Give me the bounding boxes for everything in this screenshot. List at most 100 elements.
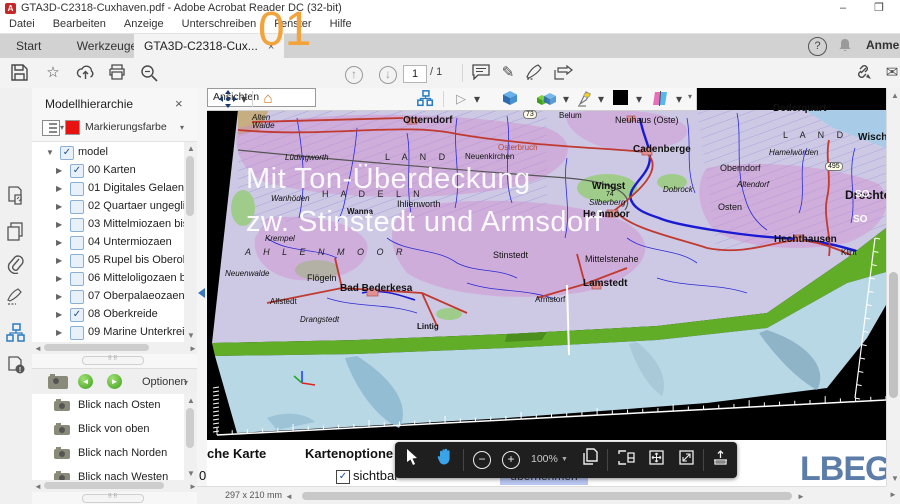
- comment-icon[interactable]: [470, 62, 492, 84]
- play-caret-icon[interactable]: ▾: [473, 90, 481, 108]
- horizontal-scrollbar[interactable]: 297 x 210 mm ◄ ►: [197, 486, 886, 504]
- layers-info-icon[interactable]: !: [6, 356, 26, 376]
- orbit-caret-icon[interactable]: ▾: [240, 90, 248, 108]
- previous-view-button[interactable]: ◄: [78, 374, 93, 389]
- next-view-button[interactable]: ►: [107, 374, 122, 389]
- sign-in-link[interactable]: Anme: [866, 38, 899, 52]
- view-item-2[interactable]: Blick von oben: [32, 418, 184, 442]
- zoom-in-icon[interactable]: +: [498, 447, 524, 473]
- collapse-panel-icon[interactable]: [198, 288, 205, 298]
- tree-horizontal-scrollbar[interactable]: ◄►: [32, 342, 197, 354]
- tab-start[interactable]: Start: [0, 34, 57, 58]
- email-icon[interactable]: ✉: [881, 62, 900, 84]
- panel-splitter-handle[interactable]: ⠿⠿: [82, 356, 144, 365]
- tree-vertical-scrollbar[interactable]: ▲▼: [184, 142, 197, 342]
- expand-caret-icon[interactable]: ▶: [56, 328, 62, 337]
- zoom-out-icon[interactable]: −: [469, 447, 495, 473]
- expand-caret-icon[interactable]: ▶: [56, 166, 62, 175]
- expand-caret-icon[interactable]: ▶: [56, 274, 62, 283]
- visibility-checkbox[interactable]: [70, 182, 84, 196]
- full-screen-icon[interactable]: [673, 447, 699, 473]
- fit-page-icon[interactable]: [643, 447, 669, 473]
- tree-item-02[interactable]: ▶02 Quartaer ungegliedert: [32, 198, 184, 216]
- background-color-icon[interactable]: [611, 90, 629, 108]
- lighting-lamp-icon[interactable]: [575, 90, 595, 108]
- select-tool-icon[interactable]: [399, 447, 425, 473]
- fill-sign-icon[interactable]: [552, 62, 574, 84]
- attachments-paperclip-icon[interactable]: [6, 255, 26, 275]
- menu-hilfe[interactable]: Hilfe: [321, 17, 361, 31]
- sign-pen-icon[interactable]: [523, 62, 545, 84]
- visibility-checkbox[interactable]: ✓: [70, 308, 84, 322]
- view-item-1[interactable]: Blick nach Osten: [32, 394, 184, 418]
- visibility-checkbox[interactable]: [70, 218, 84, 232]
- list-options-icon[interactable]: [42, 120, 60, 136]
- current-page-input[interactable]: 1: [403, 65, 427, 83]
- views-vertical-scrollbar[interactable]: ▲▼: [184, 394, 197, 480]
- next-page-icon[interactable]: ↓: [377, 62, 399, 84]
- model-tree-icon[interactable]: [6, 323, 26, 343]
- menu-bearbeiten[interactable]: Bearbeiten: [44, 17, 115, 31]
- play-animation-icon[interactable]: ▷: [453, 90, 469, 108]
- menu-anzeige[interactable]: Anzeige: [115, 17, 173, 31]
- visibility-checkbox[interactable]: ✓: [70, 164, 84, 178]
- zoom-caret-icon[interactable]: ▼: [561, 456, 568, 463]
- section-caret-icon[interactable]: ▾: [675, 90, 683, 108]
- visibility-checkbox[interactable]: [70, 200, 84, 214]
- visibility-checkbox[interactable]: [70, 236, 84, 250]
- collapse-caret-icon[interactable]: ▼: [46, 148, 54, 157]
- tree-item-09[interactable]: ▶09 Marine Unterkreide: [32, 324, 184, 342]
- tree-item-05[interactable]: ▶05 Rupel bis Oberoligozaen: [32, 252, 184, 270]
- highlight-pen-icon[interactable]: ✎: [497, 62, 519, 84]
- render-caret-icon[interactable]: ▾: [562, 90, 570, 108]
- visibility-checkbox[interactable]: ✓: [60, 146, 74, 160]
- tree-item-06[interactable]: ▶06 Mitteloligozaen bis Obere: [32, 270, 184, 288]
- tree-item-03[interactable]: ▶03 Mittelmiozaen bis Pliozae: [32, 216, 184, 234]
- fit-width-icon[interactable]: [613, 447, 639, 473]
- model-render-options-icon[interactable]: [535, 90, 559, 108]
- signatures-icon[interactable]: [6, 288, 26, 308]
- minimize-button[interactable]: –: [830, 1, 856, 16]
- expand-caret-icon[interactable]: ▶: [56, 184, 62, 193]
- visibility-checkbox[interactable]: [70, 272, 84, 286]
- print-icon[interactable]: [106, 62, 128, 84]
- save-icon[interactable]: [8, 62, 30, 84]
- visibility-checkbox[interactable]: [70, 290, 84, 304]
- tree-item-01[interactable]: ▶01 Digitales Gelaendemodell: [32, 180, 184, 198]
- views-options-caret-icon[interactable]: ▾: [184, 378, 188, 387]
- star-icon[interactable]: ☆: [42, 62, 64, 84]
- marker-color-caret-icon[interactable]: ▾: [180, 123, 184, 132]
- previous-page-icon[interactable]: ↑: [343, 62, 365, 84]
- expand-caret-icon[interactable]: ▶: [56, 220, 62, 229]
- home-view-icon[interactable]: ⌂: [259, 90, 277, 108]
- view-item-3[interactable]: Blick nach Norden: [32, 442, 184, 466]
- tree-item-04[interactable]: ▶04 Untermiozaen: [32, 234, 184, 252]
- expand-caret-icon[interactable]: ▶: [56, 202, 62, 211]
- expand-caret-icon[interactable]: ▶: [56, 256, 62, 265]
- visibility-checkbox[interactable]: [70, 254, 84, 268]
- background-caret-icon[interactable]: ▾: [635, 90, 643, 108]
- vertical-scrollbar[interactable]: ▲ ▼: [886, 88, 900, 486]
- orbit-tool-icon[interactable]: [217, 90, 239, 108]
- views-horizontal-scrollbar[interactable]: ◄►: [32, 480, 197, 492]
- view-item-4[interactable]: Blick nach Westen: [32, 466, 184, 480]
- hand-tool-icon[interactable]: [431, 447, 457, 473]
- expand-caret-icon[interactable]: ▶: [56, 310, 62, 319]
- panel-splitter-handle-bottom[interactable]: ⠿⠿: [82, 494, 144, 503]
- menu-unterschreiben[interactable]: Unterschreiben: [173, 17, 266, 31]
- link-icon[interactable]: [852, 62, 874, 84]
- panel-close-icon[interactable]: ×: [175, 96, 183, 111]
- page-copies-icon[interactable]: [6, 222, 26, 242]
- maximize-button[interactable]: ❐: [866, 1, 892, 16]
- presentation-mode-icon[interactable]: [707, 447, 733, 473]
- expand-caret-icon[interactable]: ▶: [56, 292, 62, 301]
- views-options-label[interactable]: Optionen: [142, 376, 187, 388]
- marquee-zoom-icon[interactable]: [138, 62, 160, 84]
- tree-item-08[interactable]: ▶✓08 Oberkreide: [32, 306, 184, 324]
- render-mode-cube-icon[interactable]: [501, 90, 519, 108]
- menu-datei[interactable]: Datei: [0, 17, 44, 31]
- lighting-caret-icon[interactable]: ▾: [597, 90, 605, 108]
- sichtbar-checkbox[interactable]: ✓: [336, 470, 350, 484]
- page-view-icon[interactable]: [577, 447, 603, 473]
- help-icon[interactable]: ?: [808, 37, 827, 56]
